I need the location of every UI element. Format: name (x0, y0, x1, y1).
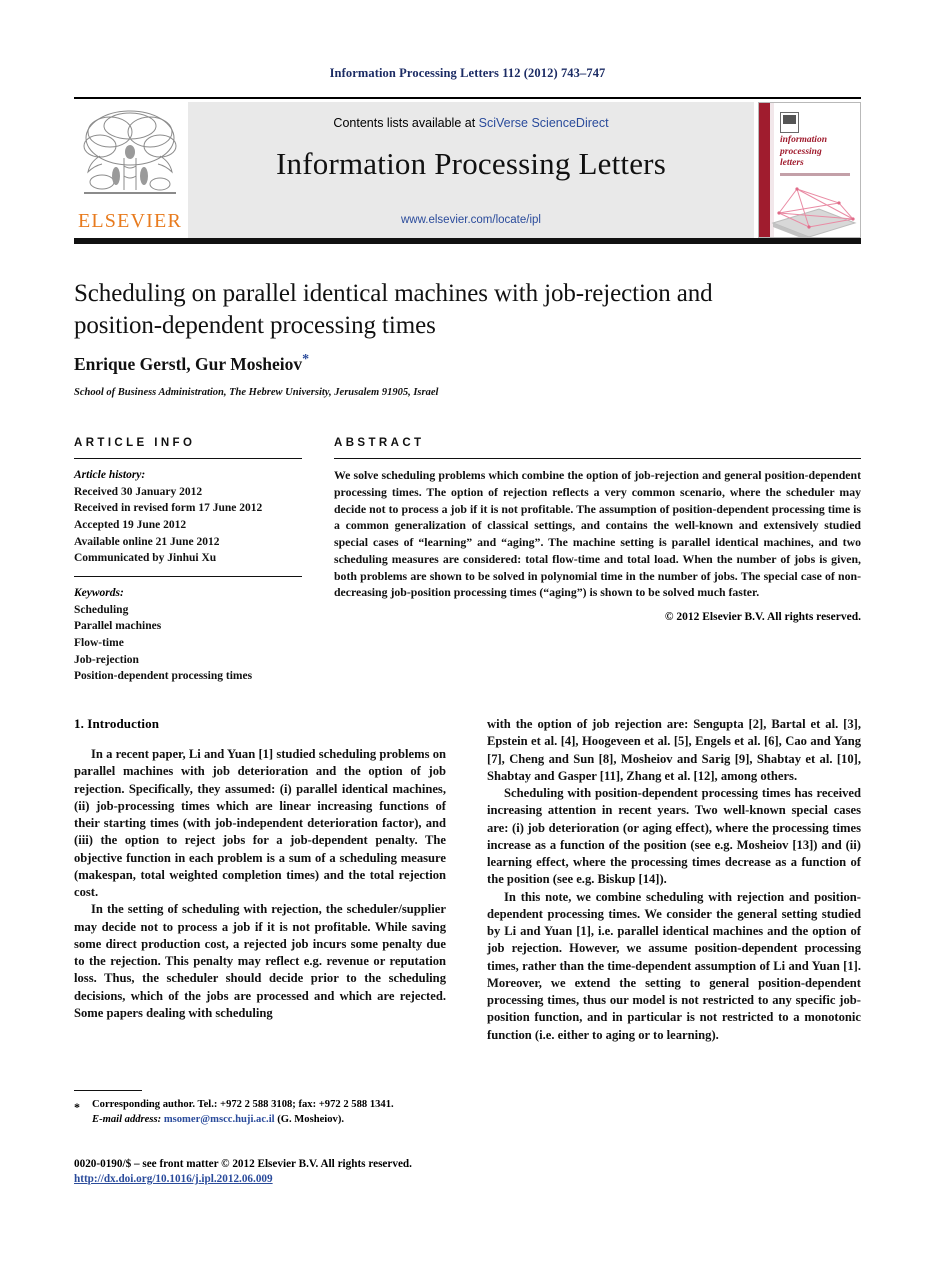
keyword-item: Job-rejection (74, 653, 139, 666)
body-column-right: with the option of job rejection are: Se… (487, 716, 861, 1044)
abstract-divider (334, 458, 861, 459)
elsevier-logo: ELSEVIER (74, 102, 186, 238)
keyword-item: Scheduling (74, 603, 129, 616)
abstract-heading: ABSTRACT (334, 437, 425, 449)
footnote-rule (74, 1090, 142, 1091)
cover-title: information processing letters (780, 135, 854, 170)
elsevier-tree-icon (83, 110, 177, 194)
doi-link[interactable]: http://dx.doi.org/10.1016/j.ipl.2012.06.… (74, 1172, 494, 1187)
article-info-heading: ARTICLE INFO (74, 437, 196, 449)
keywords-block: Keywords: Scheduling Parallel machines F… (74, 576, 302, 685)
section-heading-introduction: 1. Introduction (74, 716, 160, 731)
sciencedirect-link[interactable]: SciVerse ScienceDirect (479, 116, 609, 130)
paragraph: In a recent paper, Li and Yuan [1] studi… (74, 747, 446, 899)
history-item: Received in revised form 17 June 2012 (74, 502, 263, 515)
paragraph: Scheduling with position-dependent proce… (487, 786, 861, 887)
keyword-item: Position-dependent processing times (74, 670, 253, 683)
abstract-column: ABSTRACT We solve scheduling problems wh… (334, 437, 861, 623)
article-info-column: ARTICLE INFO Article history: Received 3… (74, 437, 302, 685)
keywords-label: Keywords: (74, 587, 124, 600)
email-label: E-mail address: (92, 1113, 162, 1125)
history-item: Available online 21 June 2012 (74, 535, 220, 548)
affiliation: School of Business Administration, The H… (74, 387, 439, 398)
keyword-item: Parallel machines (74, 620, 162, 633)
corresponding-author-marker: * (302, 352, 310, 367)
running-head: Information Processing Letters 112 (2012… (329, 66, 606, 80)
contents-band: Contents lists available at SciVerse Sci… (188, 102, 754, 238)
article-info-divider (74, 458, 302, 459)
footnote-marker: * (74, 1100, 80, 1114)
footnote-body: Corresponding author. Tel.: +972 2 588 3… (74, 1098, 446, 1128)
abstract-copyright: © 2012 Elsevier B.V. All rights reserved… (664, 611, 861, 623)
masthead-bottom-rule (74, 238, 861, 244)
abstract-text: We solve scheduling problems which combi… (334, 468, 861, 600)
history-item: Communicated by Jinhui Xu (74, 552, 217, 565)
cover-network-graphic (771, 187, 857, 237)
keywords-divider (74, 576, 302, 578)
keyword-item: Flow-time (74, 637, 124, 650)
paper-page: Information Processing Letters 112 (2012… (0, 0, 935, 1266)
elsevier-wordmark: ELSEVIER (77, 210, 183, 232)
cover-title-line-1: information (780, 135, 827, 145)
cover-publisher-badge-icon (780, 112, 799, 133)
corresponding-author-contact: Corresponding author. Tel.: +972 2 588 3… (92, 1099, 394, 1110)
paragraph: In the setting of scheduling with reject… (74, 902, 446, 1020)
body-column-left: 1. Introduction In a recent paper, Li an… (74, 716, 446, 1022)
journal-url[interactable]: www.elsevier.com/locate/ipl (188, 214, 754, 226)
cover-title-line-3: letters (780, 158, 804, 169)
journal-cover-thumbnail[interactable]: information processing letters (758, 102, 861, 238)
cover-title-line-2: processing (780, 146, 822, 157)
author-names: Enrique Gerstl, Gur Mosheiov (74, 353, 303, 374)
journal-masthead: ELSEVIER Contents lists available at Sci… (74, 97, 861, 238)
imprint-block: 0020-0190/$ – see front matter © 2012 El… (74, 1157, 494, 1187)
page-title: Scheduling on parallel identical machine… (74, 280, 713, 339)
contents-prefix: Contents lists available at (333, 116, 476, 130)
article-history-label: Article history: (74, 469, 146, 481)
footnote: * Corresponding author. Tel.: +972 2 588… (74, 1098, 446, 1128)
issn-line: 0020-0190/$ – see front matter © 2012 El… (74, 1158, 412, 1170)
author-list: Enrique Gerstl, Gur Mosheiov* (74, 352, 774, 375)
history-item: Received 30 January 2012 (74, 485, 203, 498)
contents-available-line: Contents lists available at SciVerse Sci… (188, 116, 754, 130)
history-item: Accepted 19 June 2012 (74, 519, 187, 532)
paragraph: In this note, we combine scheduling with… (487, 889, 861, 1042)
email-link[interactable]: msomer@mscc.huji.ac.il (164, 1114, 275, 1125)
paragraph: with the option of job rejection are: Se… (487, 717, 861, 783)
journal-title: Information Processing Letters (276, 146, 666, 181)
email-owner: (G. Mosheiov). (277, 1113, 345, 1125)
cover-subtitle-bar (780, 173, 850, 176)
